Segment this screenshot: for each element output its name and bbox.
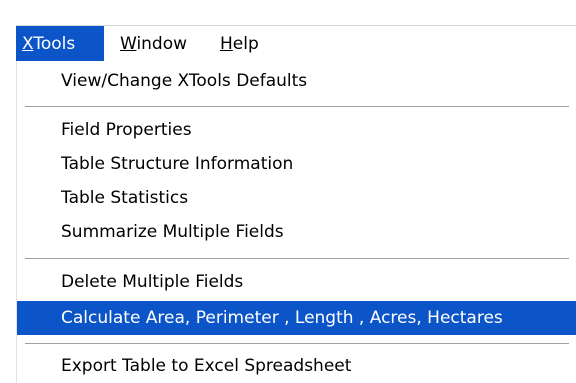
menu-separator	[25, 343, 569, 345]
menu-item-view-change-defaults[interactable]: View/Change XTools Defaults	[17, 64, 576, 98]
menu-item-table-structure-information[interactable]: Table Structure Information	[17, 147, 576, 181]
menu-xtools-mnemonic: X	[22, 34, 34, 54]
menu-item-summarize-multiple-fields[interactable]: Summarize Multiple Fields	[17, 215, 576, 249]
menu-separator	[25, 258, 569, 260]
screenshot: XTools Window Help View/Change XTools De…	[0, 0, 576, 383]
menu-window-mnemonic: W	[120, 34, 137, 54]
menu-item-calculate-area-perimeter[interactable]: Calculate Area, Perimeter , Length , Acr…	[17, 301, 576, 335]
menu-item-table-statistics[interactable]: Table Statistics	[17, 181, 576, 215]
menu-item-field-properties[interactable]: Field Properties	[17, 113, 576, 147]
menu-window[interactable]: Window	[114, 26, 193, 62]
menu-bar: XTools Window Help	[16, 25, 576, 62]
xtools-dropdown-menu: View/Change XTools Defaults Field Proper…	[16, 61, 576, 383]
menu-item-delete-multiple-fields[interactable]: Delete Multiple Fields	[17, 265, 576, 299]
menu-help-mnemonic: H	[220, 34, 233, 54]
menu-separator	[25, 106, 569, 108]
menu-help[interactable]: Help	[214, 26, 265, 62]
menu-help-label: elp	[232, 34, 259, 54]
menu-xtools-label: Tools	[33, 34, 76, 54]
menu-window-label: indow	[136, 34, 188, 54]
menu-xtools[interactable]: XTools	[16, 26, 104, 62]
menu-item-export-table-to-excel[interactable]: Export Table to Excel Spreadsheet	[17, 349, 576, 383]
